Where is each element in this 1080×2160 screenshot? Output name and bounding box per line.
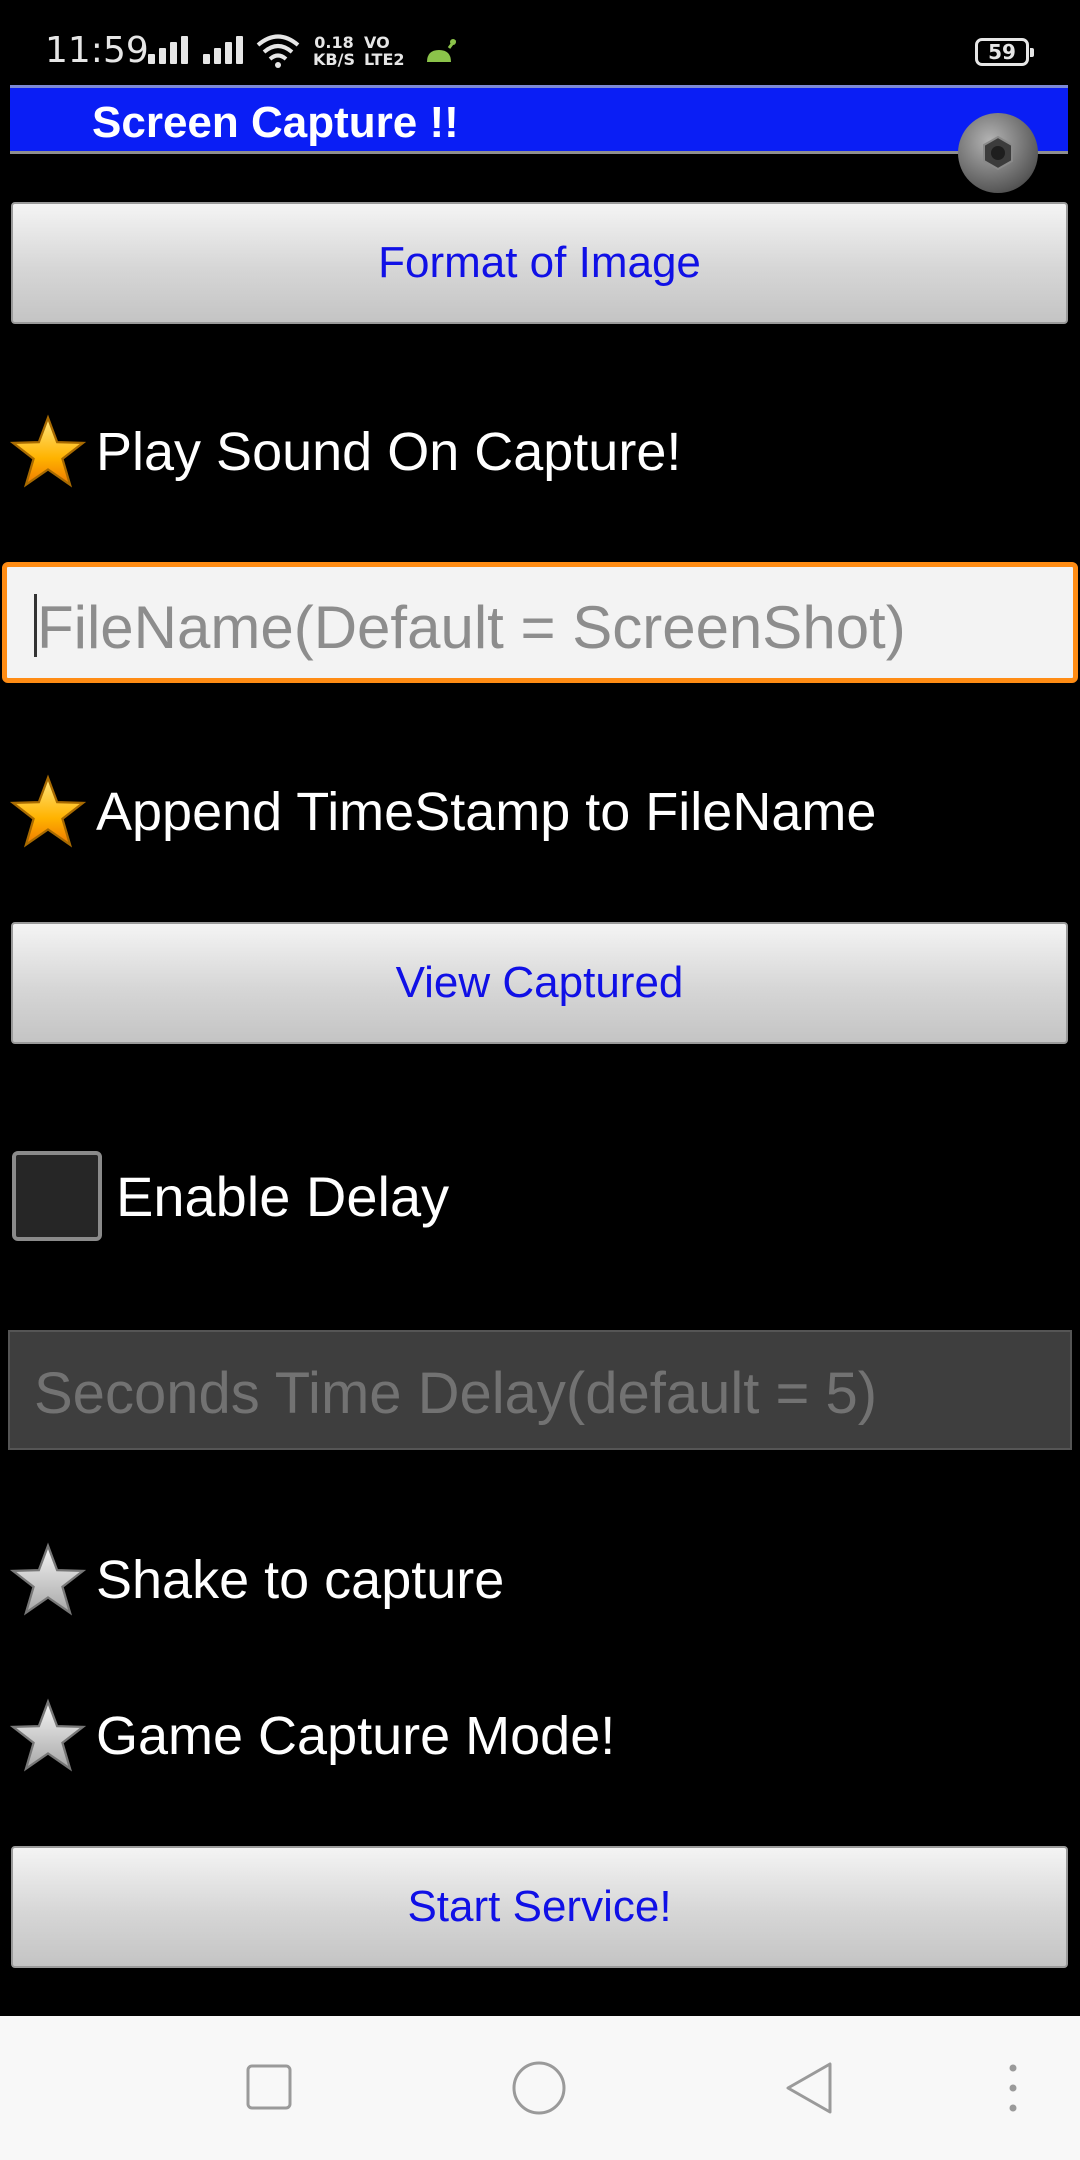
signal-icon (203, 36, 243, 64)
back-icon[interactable] (784, 2060, 834, 2116)
format-of-image-button[interactable]: Format of Image (11, 202, 1068, 324)
append-timestamp-label: Append TimeStamp to FileName (96, 782, 877, 842)
shake-to-capture-toggle[interactable]: Shake to capture (10, 1540, 504, 1620)
star-on-icon (10, 414, 86, 490)
home-icon[interactable] (511, 2060, 567, 2116)
battery-icon: 59 (975, 38, 1034, 66)
volte-bottom: LTE2 (364, 50, 405, 69)
filename-placeholder: FileName(Default = ScreenShot) (37, 594, 906, 661)
volte-indicator: VO LTE2 (364, 34, 405, 68)
app-title-bar: Screen Capture !! (10, 85, 1068, 154)
format-of-image-label: Format of Image (378, 238, 701, 287)
wifi-icon (256, 34, 300, 68)
navigation-bar (0, 2016, 1080, 2160)
delay-seconds-input[interactable]: Seconds Time Delay(default = 5) (8, 1330, 1072, 1450)
android-icon (427, 39, 457, 62)
delay-placeholder: Seconds Time Delay(default = 5) (34, 1361, 878, 1426)
net-speed: 0.18 KB/S (313, 34, 355, 68)
net-speed-unit: KB/S (313, 50, 355, 69)
star-off-icon (10, 1698, 86, 1774)
app-title: Screen Capture !! (92, 98, 459, 147)
enable-delay-row[interactable]: Enable Delay (12, 1150, 449, 1242)
play-sound-toggle[interactable]: Play Sound On Capture! (10, 412, 681, 492)
view-captured-button[interactable]: View Captured (11, 922, 1068, 1044)
recent-apps-icon[interactable] (246, 2064, 292, 2110)
append-timestamp-toggle[interactable]: Append TimeStamp to FileName (10, 772, 876, 852)
status-bar: 11:59 0.18 KB/S VO LTE2 59 (0, 0, 1080, 84)
view-captured-label: View Captured (395, 958, 684, 1007)
start-service-button[interactable]: Start Service! (11, 1846, 1068, 1968)
enable-delay-label: Enable Delay (116, 1164, 450, 1228)
signal-icon (148, 36, 188, 64)
camera-shutter-icon[interactable] (958, 113, 1038, 193)
filename-input[interactable]: FileName(Default = ScreenShot) (2, 562, 1078, 683)
game-capture-mode-toggle[interactable]: Game Capture Mode! (10, 1696, 615, 1776)
star-on-icon (10, 774, 86, 850)
net-speed-value: 0.18 (314, 33, 354, 52)
more-icon[interactable] (1007, 2062, 1019, 2114)
shake-to-capture-label: Shake to capture (96, 1550, 505, 1610)
play-sound-label: Play Sound On Capture! (96, 422, 682, 482)
enable-delay-checkbox[interactable] (12, 1151, 102, 1241)
status-time: 11:59 (45, 30, 149, 71)
star-off-icon (10, 1542, 86, 1618)
volte-top: VO (364, 33, 390, 52)
start-service-label: Start Service! (407, 1882, 672, 1931)
game-capture-mode-label: Game Capture Mode! (96, 1706, 616, 1766)
